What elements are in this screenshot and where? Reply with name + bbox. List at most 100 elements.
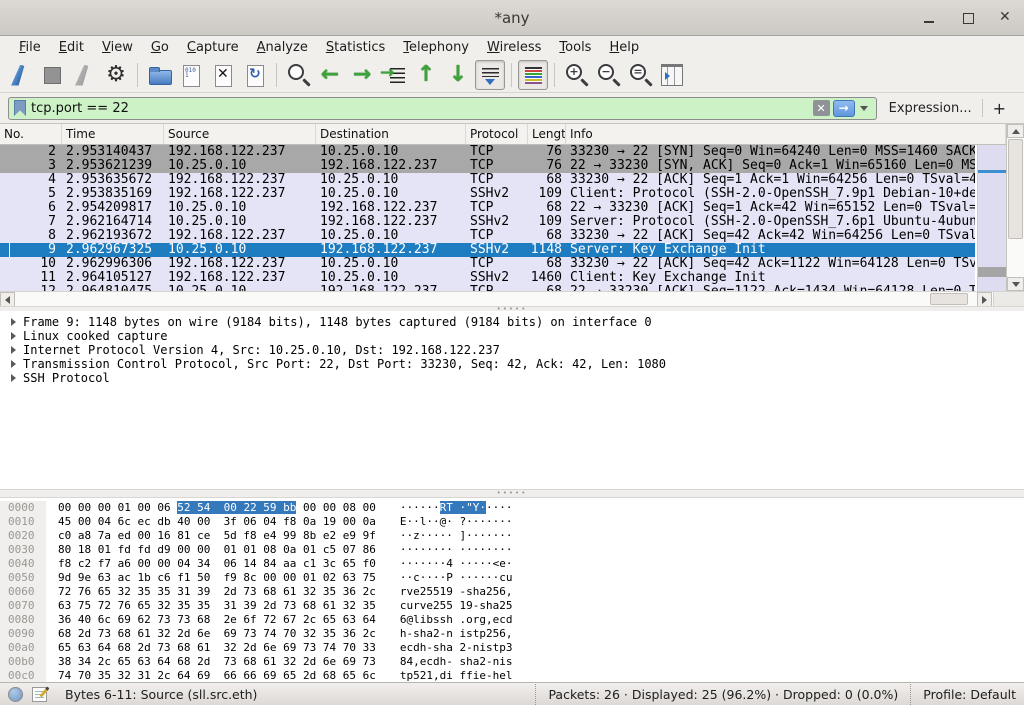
profile-button[interactable]: Profile: Default <box>910 684 1016 705</box>
hex-row-0010[interactable]: 001045 00 04 6c ec db 40 00 3f 06 04 f8 … <box>0 515 1024 529</box>
scroll-left-icon[interactable] <box>0 292 15 307</box>
hex-row-00b0[interactable]: 00b038 34 2c 65 63 64 68 2d 73 68 61 32 … <box>0 655 1024 669</box>
hex-row-0030[interactable]: 003080 18 01 fd fd d9 00 00 01 01 08 0a … <box>0 543 1024 557</box>
hex-ascii[interactable]: h-sha2-n istp256, <box>400 627 513 641</box>
detail-row-0[interactable]: Frame 9: 1148 bytes on wire (9184 bits),… <box>0 315 1024 329</box>
packet-row-3[interactable]: 32.95362123910.25.0.10192.168.122.237TCP… <box>0 159 975 173</box>
hex-bytes[interactable]: 9d 9e 63 ac 1b c6 f1 50 f9 8c 00 00 01 0… <box>58 571 376 585</box>
detail-row-3[interactable]: Transmission Control Protocol, Src Port:… <box>0 357 1024 371</box>
horizontal-scrollbar-thumb[interactable] <box>930 293 968 305</box>
capture-comment-icon[interactable] <box>32 687 47 702</box>
packet-row-4[interactable]: 42.953635672192.168.122.23710.25.0.10TCP… <box>0 173 975 187</box>
minimize-icon[interactable] <box>922 10 938 26</box>
hex-row-0000[interactable]: 000000 00 00 01 00 06 52 54 00 22 59 bb … <box>0 501 1024 515</box>
intelligent-scrollbar-minimap[interactable] <box>977 145 1006 291</box>
packet-row-7[interactable]: 72.96216471410.25.0.10192.168.122.237SSH… <box>0 215 975 229</box>
stop-capture-icon[interactable] <box>37 60 67 90</box>
details-bytes-splitter[interactable] <box>0 489 1024 498</box>
hex-bytes[interactable]: 80 18 01 fd fd d9 00 00 01 01 08 0a 01 c… <box>58 543 376 557</box>
expert-info-icon[interactable] <box>8 687 23 702</box>
expander-icon[interactable] <box>11 332 16 340</box>
hex-ascii[interactable]: curve255 19-sha25 <box>400 599 513 613</box>
hex-ascii[interactable]: rve25519 -sha256, <box>400 585 513 599</box>
zoom-in-icon[interactable]: + <box>561 60 591 90</box>
filter-history-dropdown-icon[interactable] <box>860 106 868 111</box>
display-filter-field[interactable]: ✕ → <box>8 97 877 120</box>
zoom-reset-icon[interactable]: = <box>625 60 655 90</box>
hex-bytes[interactable]: 74 70 35 32 31 2c 64 69 66 66 69 65 2d 6… <box>58 669 376 682</box>
packet-row-6[interactable]: 62.95420981710.25.0.10192.168.122.237TCP… <box>0 201 975 215</box>
hex-row-0050[interactable]: 00509d 9e 63 ac 1b c6 f1 50 f9 8c 00 00 … <box>0 571 1024 585</box>
clear-filter-button[interactable]: ✕ <box>813 100 830 116</box>
auto-scroll-icon[interactable] <box>475 60 505 90</box>
go-first-icon[interactable]: ↑ <box>411 60 441 90</box>
hex-row-0090[interactable]: 009068 2d 73 68 61 32 2d 6e 69 73 74 70 … <box>0 627 1024 641</box>
go-to-packet-icon[interactable]: → <box>379 60 409 90</box>
hex-bytes[interactable]: c0 a8 7a ed 00 16 81 ce 5d f8 e4 99 8b e… <box>58 529 376 543</box>
hex-ascii[interactable]: ········ ········ <box>400 543 513 557</box>
expander-icon[interactable] <box>11 346 16 354</box>
hex-row-0070[interactable]: 007063 75 72 76 65 32 35 35 31 39 2d 73 … <box>0 599 1024 613</box>
menu-analyze[interactable]: Analyze <box>248 38 317 57</box>
menu-file[interactable]: File <box>10 38 50 57</box>
hex-bytes[interactable]: f8 c2 f7 a6 00 00 04 34 06 14 84 aa c1 3… <box>58 557 376 571</box>
expression-button[interactable]: Expression... <box>877 101 982 116</box>
hex-ascii[interactable]: 84,ecdh- sha2-nis <box>400 655 513 669</box>
packet-row-10[interactable]: 102.962996306192.168.122.23710.25.0.10TC… <box>0 257 975 271</box>
hex-ascii[interactable]: ··c····P ······cu <box>400 571 513 585</box>
go-last-icon[interactable]: ↓ <box>443 60 473 90</box>
menu-tools[interactable]: Tools <box>550 38 600 57</box>
menu-edit[interactable]: Edit <box>50 38 93 57</box>
open-file-icon[interactable] <box>144 60 174 90</box>
column-header-info[interactable]: Info <box>566 124 1006 144</box>
hex-ascii[interactable]: ······RT ·"Y····· <box>400 501 513 515</box>
packet-row-9[interactable]: 92.96296732510.25.0.10192.168.122.237SSH… <box>0 243 975 257</box>
save-file-icon[interactable]: 0101 <box>176 60 206 90</box>
column-header-time[interactable]: Time <box>62 124 164 144</box>
hex-row-0080[interactable]: 008036 40 6c 69 62 73 73 68 2e 6f 72 67 … <box>0 613 1024 627</box>
hex-ascii[interactable]: ecdh-sha 2-nistp3 <box>400 641 513 655</box>
find-packet-icon[interactable] <box>283 60 313 90</box>
apply-filter-button[interactable]: → <box>833 100 855 117</box>
menu-go[interactable]: Go <box>142 38 178 57</box>
packet-row-2[interactable]: 22.953140437192.168.122.23710.25.0.10TCP… <box>0 145 975 159</box>
close-file-icon[interactable]: ✕ <box>208 60 238 90</box>
packet-row-8[interactable]: 82.962193672192.168.122.23710.25.0.10TCP… <box>0 229 975 243</box>
hex-row-00c0[interactable]: 00c074 70 35 32 31 2c 64 69 66 66 69 65 … <box>0 669 1024 682</box>
hex-ascii[interactable]: ·······4 ·····<e· <box>400 557 513 571</box>
menu-wireless[interactable]: Wireless <box>478 38 550 57</box>
hex-bytes[interactable]: 65 63 64 68 2d 73 68 61 32 2d 6e 69 73 7… <box>58 641 376 655</box>
hex-bytes[interactable]: 38 34 2c 65 63 64 68 2d 73 68 61 32 2d 6… <box>58 655 376 669</box>
close-icon[interactable] <box>998 10 1014 26</box>
menu-view[interactable]: View <box>93 38 142 57</box>
hex-row-0060[interactable]: 006072 76 65 32 35 35 31 39 2d 73 68 61 … <box>0 585 1024 599</box>
hex-bytes[interactable]: 63 75 72 76 65 32 35 35 31 39 2d 73 68 6… <box>58 599 376 613</box>
menu-statistics[interactable]: Statistics <box>317 38 394 57</box>
hex-row-0040[interactable]: 0040f8 c2 f7 a6 00 00 04 34 06 14 84 aa … <box>0 557 1024 571</box>
packet-row-11[interactable]: 112.964105127192.168.122.23710.25.0.10SS… <box>0 271 975 285</box>
detail-row-1[interactable]: Linux cooked capture <box>0 329 1024 343</box>
column-header-source[interactable]: Source <box>164 124 316 144</box>
bookmark-icon[interactable] <box>14 100 26 116</box>
hex-ascii[interactable]: tp521,di ffie-hel <box>400 669 513 682</box>
column-header-protocol[interactable]: Protocol <box>466 124 528 144</box>
hex-ascii[interactable]: ··z····· ]······· <box>400 529 513 543</box>
add-filter-button[interactable]: + <box>983 99 1016 118</box>
scroll-up-icon[interactable] <box>1007 124 1024 138</box>
scroll-down-icon[interactable] <box>1007 277 1024 291</box>
hex-bytes[interactable]: 68 2d 73 68 61 32 2d 6e 69 73 74 70 32 3… <box>58 627 376 641</box>
scroll-right-icon[interactable] <box>977 292 992 307</box>
capture-options-icon[interactable]: ⚙ <box>101 60 131 90</box>
hex-bytes[interactable]: 72 76 65 32 35 35 31 39 2d 73 68 61 32 3… <box>58 585 376 599</box>
resize-columns-icon[interactable] <box>657 60 687 90</box>
reload-file-icon[interactable]: ↻ <box>240 60 270 90</box>
expander-icon[interactable] <box>11 318 16 326</box>
restart-capture-icon[interactable] <box>69 60 99 90</box>
horizontal-scrollbar[interactable] <box>0 291 1024 306</box>
hex-ascii[interactable]: 6@libssh .org,ecd <box>400 613 513 627</box>
column-header-length[interactable]: Length <box>528 124 566 144</box>
colorize-icon[interactable] <box>518 60 548 90</box>
detail-row-2[interactable]: Internet Protocol Version 4, Src: 10.25.… <box>0 343 1024 357</box>
vertical-scrollbar[interactable] <box>1006 124 1024 291</box>
vertical-scrollbar-thumb[interactable] <box>1008 139 1023 239</box>
